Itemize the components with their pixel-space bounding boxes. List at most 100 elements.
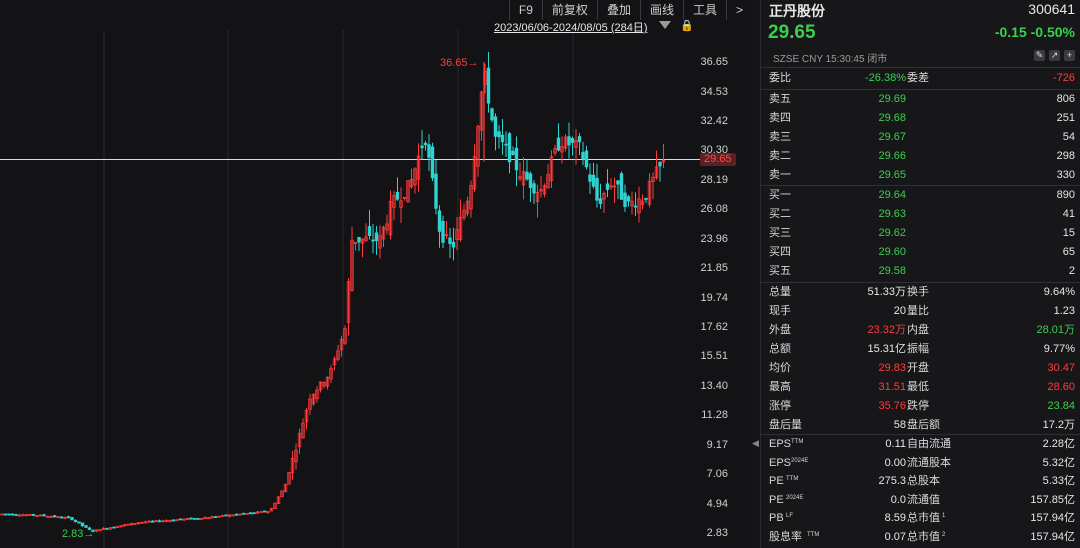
candle-body xyxy=(241,512,246,515)
fundamental-value: 0.00 xyxy=(884,456,906,469)
bid-price: 29.63 xyxy=(878,208,906,220)
stat-value: 28.01万 xyxy=(1036,324,1075,336)
candle-body xyxy=(437,210,442,232)
candle-body xyxy=(420,145,424,149)
fundamental-value: 157.85亿 xyxy=(1030,493,1075,506)
candle-body xyxy=(556,137,561,151)
candle-body xyxy=(80,522,85,527)
candle-body xyxy=(157,520,162,523)
candle-body xyxy=(434,173,438,209)
y-tick-label: 4.94 xyxy=(706,497,728,510)
max-price-label: 36.65→ xyxy=(440,57,479,69)
fundamental-label: 自由流通 xyxy=(907,438,951,450)
candlestick-chart-svg[interactable] xyxy=(0,0,752,548)
fundamental-label: PE xyxy=(769,475,784,487)
ask-price: 29.66 xyxy=(878,150,906,162)
range-dropdown-icon[interactable] xyxy=(659,21,671,29)
candle-body xyxy=(178,518,183,521)
y-tick-label: 36.65 xyxy=(700,56,728,68)
lock-icon[interactable]: 🔒 xyxy=(680,19,694,32)
stat-label: 内盘 xyxy=(907,324,929,336)
panel-collapse-icon[interactable]: ◀ xyxy=(752,438,759,449)
stat-label: 均价 xyxy=(769,362,791,374)
stat-label: 最低 xyxy=(907,381,929,393)
candle-body xyxy=(66,516,71,519)
candle-body xyxy=(448,237,452,244)
quote-panel: 正丹股份 300641 29.65 -0.15 -0.50% SZSE CNY … xyxy=(760,0,1080,548)
price-chart[interactable]: F9 前复权 叠加 画线 工具 > 2023/06/06-2024/08/05 … xyxy=(0,0,752,548)
bid-row: 买五 29.58 2 xyxy=(761,262,1080,281)
candle-body xyxy=(7,513,11,516)
fundamental-label: 总市值 xyxy=(907,512,940,524)
candle-body xyxy=(42,514,46,517)
chart-toolbar: F9 前复权 叠加 画线 工具 > xyxy=(508,0,752,20)
expand-icon[interactable]: ↗ xyxy=(1049,50,1060,61)
candle-body xyxy=(206,517,211,519)
candle-body xyxy=(59,516,64,519)
fundamental-label: PB xyxy=(769,512,784,524)
candle-body xyxy=(213,516,218,519)
fundamental-superscript: TTM xyxy=(807,531,820,538)
candle-body xyxy=(588,174,592,182)
candle-body xyxy=(567,136,571,146)
stat-label: 盘后额 xyxy=(907,419,940,431)
y-tick-label: 32.42 xyxy=(700,114,728,127)
stock-name: 正丹股份 xyxy=(769,3,825,19)
toolbar-tools-button[interactable]: 工具 xyxy=(682,0,726,20)
candle-body xyxy=(633,205,638,208)
fundamental-label: 流通值 xyxy=(907,493,940,506)
candle-body xyxy=(73,519,78,522)
toolbar-overlay-button[interactable]: 叠加 xyxy=(596,0,640,20)
candle-body xyxy=(623,192,627,208)
stat-value: 29.83 xyxy=(878,362,906,374)
stat-label: 总额 xyxy=(769,343,791,355)
candle-body xyxy=(507,133,512,163)
toolbar-more-button[interactable]: > xyxy=(725,0,752,20)
candle-body xyxy=(357,237,361,243)
candle-body xyxy=(658,161,662,167)
candle-body xyxy=(581,151,585,160)
toolbar-f9-button[interactable]: F9 xyxy=(508,0,542,20)
bid-price: 29.60 xyxy=(878,246,906,258)
candle-body xyxy=(171,519,176,522)
candle-body xyxy=(150,520,155,523)
fundamental-row: PE TTM 275.3 总股本 5.33亿 xyxy=(761,472,1080,491)
min-price-label: 2.83→ xyxy=(62,528,95,540)
stat-value: 51.33万 xyxy=(867,286,906,298)
add-icon[interactable]: + xyxy=(1064,50,1075,61)
toolbar-adjust-button[interactable]: 前复权 xyxy=(541,0,597,20)
candle-body xyxy=(430,146,435,179)
bid-volume: 65 xyxy=(1062,246,1075,258)
ask-level-label: 卖一 xyxy=(769,169,791,181)
market-meta: SZSE CNY 15:30:45 闭市 xyxy=(773,54,888,65)
date-range-selector[interactable]: 2023/06/06-2024/08/05 (284日) xyxy=(494,19,648,35)
candle-body xyxy=(234,513,239,516)
stat-value: 20 xyxy=(893,305,906,317)
edit-icon[interactable]: ✎ xyxy=(1034,50,1045,61)
candle-body xyxy=(262,510,267,513)
fundamental-value: 5.33亿 xyxy=(1042,475,1075,487)
fundamental-label: PE xyxy=(769,493,784,506)
candle-body xyxy=(514,147,519,171)
ask-price: 29.69 xyxy=(878,93,906,105)
fundamental-value: 157.94亿 xyxy=(1030,512,1075,524)
toolbar-draw-button[interactable]: 画线 xyxy=(639,0,683,20)
ask-row: 卖三 29.67 54 xyxy=(761,128,1080,147)
candle-body xyxy=(14,514,18,516)
last-price: 29.65 xyxy=(768,22,816,43)
candle-body xyxy=(570,137,575,143)
bid-price: 29.58 xyxy=(878,265,906,277)
candle-body xyxy=(52,515,57,518)
candle-body xyxy=(45,515,50,518)
stat-row: 均价 29.83 开盘 30.47 xyxy=(761,359,1080,378)
y-tick-label: 15.51 xyxy=(700,350,728,363)
candle-body xyxy=(259,511,263,514)
candle-body xyxy=(619,173,624,200)
committee-row: 委比 -26.38% 委差 -726 xyxy=(761,69,1080,88)
committee-diff-label: 委差 xyxy=(907,72,929,84)
y-tick-label: 23.96 xyxy=(700,232,728,245)
ask-price: 29.68 xyxy=(878,112,906,124)
candle-body xyxy=(189,517,193,520)
bid-row: 买三 29.62 15 xyxy=(761,224,1080,243)
stat-label: 换手 xyxy=(907,286,929,298)
